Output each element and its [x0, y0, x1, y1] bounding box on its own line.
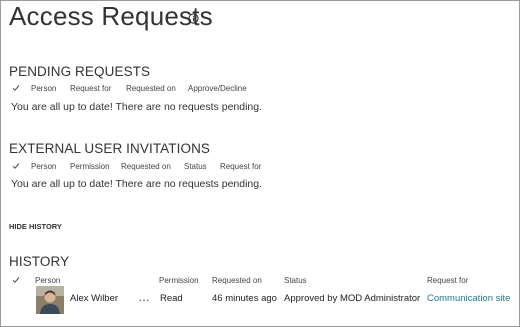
column-header-person[interactable]: Person — [31, 162, 56, 171]
history-requested-on: 46 minutes ago — [212, 293, 277, 304]
column-header-approve-decline[interactable]: Approve/Decline — [188, 84, 247, 93]
checkmark-icon[interactable] — [12, 84, 20, 92]
column-header-person[interactable]: Person — [31, 84, 56, 93]
column-header-requested-on[interactable]: Requested on — [121, 162, 171, 171]
hide-history-link[interactable]: HIDE HISTORY — [9, 222, 62, 231]
checkmark-icon[interactable] — [12, 276, 20, 284]
column-header-permission[interactable]: Permission — [70, 162, 110, 171]
column-header-requested-on[interactable]: Requested on — [212, 276, 262, 285]
page-title: Access Requests — [9, 1, 213, 31]
avatar[interactable] — [36, 286, 64, 314]
history-status: Approved by MOD Administrator — [284, 293, 421, 304]
column-header-request-for[interactable]: Request for — [220, 162, 261, 171]
column-header-status[interactable]: Status — [184, 162, 207, 171]
pending-empty-message: You are all up to date! There are no req… — [11, 101, 263, 113]
column-header-status[interactable]: Status — [284, 276, 307, 285]
ellipsis-icon[interactable]: … — [138, 290, 151, 304]
column-header-permission[interactable]: Permission — [159, 276, 199, 285]
external-empty-message: You are all up to date! There are no req… — [11, 178, 263, 190]
history-title: HISTORY — [9, 254, 70, 269]
person-photo-icon — [36, 286, 64, 314]
column-header-person[interactable]: Person — [35, 276, 60, 285]
info-icon[interactable] — [188, 13, 199, 24]
column-header-request-for[interactable]: Request for — [427, 276, 468, 285]
column-header-request-for[interactable]: Request for — [70, 84, 111, 93]
pending-requests-title: PENDING REQUESTS — [9, 64, 151, 79]
checkmark-icon[interactable] — [12, 162, 20, 170]
external-invitations-title: EXTERNAL USER INVITATIONS — [9, 141, 211, 156]
column-header-requested-on[interactable]: Requested on — [126, 84, 176, 93]
history-person-name[interactable]: Alex Wilber — [70, 293, 118, 304]
history-request-for-link[interactable]: Communication site — [427, 293, 510, 304]
history-permission: Read — [160, 293, 183, 304]
